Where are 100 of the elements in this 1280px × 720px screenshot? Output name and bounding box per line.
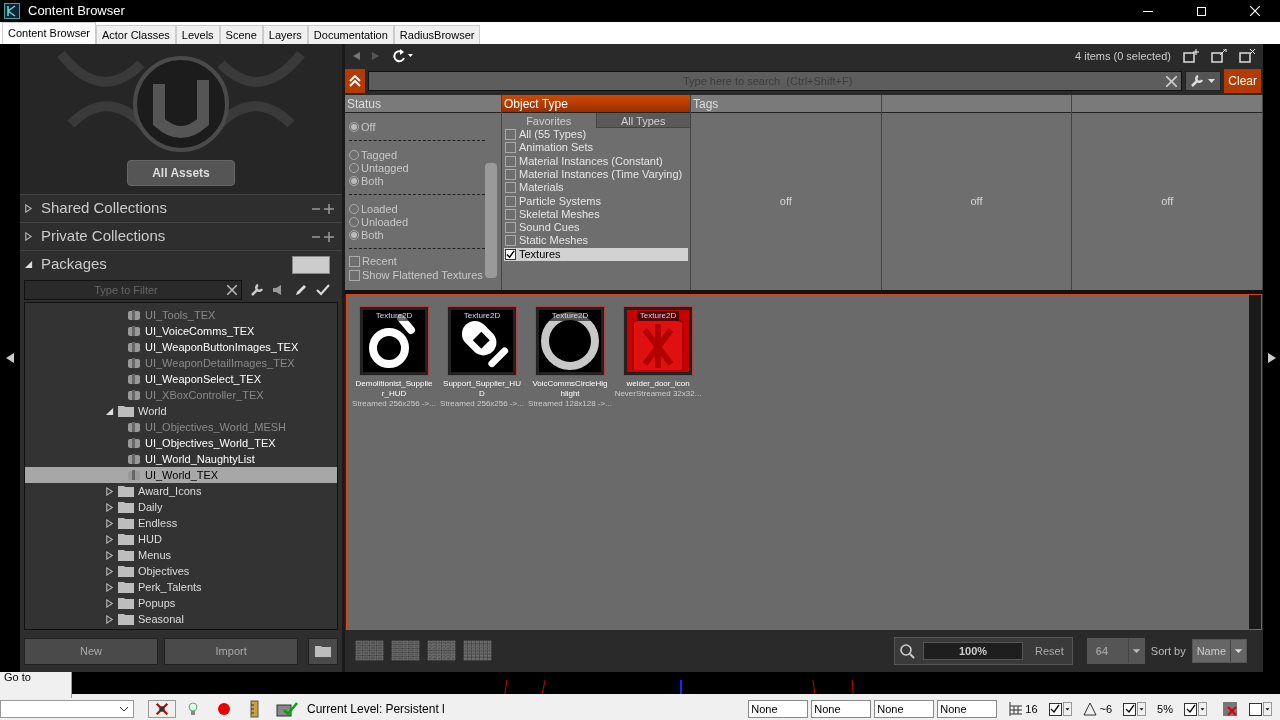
type-row[interactable]: Static Meshes [504, 234, 688, 248]
add-icon[interactable] [312, 203, 334, 214]
snap-field[interactable]: None [748, 700, 809, 718]
collapse-right-icon[interactable] [1267, 353, 1276, 363]
reset-button[interactable]: Reset [1031, 642, 1068, 660]
collapsed-caret-icon[interactable] [24, 204, 33, 213]
checkbox[interactable] [505, 182, 516, 194]
snap-field[interactable]: None [874, 700, 935, 718]
tree-row[interactable]: Endless [25, 515, 337, 531]
tab[interactable]: Layers [262, 25, 308, 44]
tab[interactable]: Levels [175, 25, 220, 44]
checkbox[interactable] [505, 208, 516, 220]
pop-out-icon[interactable] [1211, 49, 1227, 63]
tree-row[interactable]: UI_XBoxController_TEX [25, 387, 337, 403]
collapse-filters-button[interactable] [345, 69, 365, 94]
actor-toggle-icon[interactable] [148, 700, 176, 718]
panel-button[interactable]: New [24, 637, 159, 665]
minimize-icon[interactable] [1143, 10, 1153, 12]
tree-row[interactable]: UI_VoiceComms_TEX [25, 323, 337, 339]
filter-field[interactable]: Type to Filter [24, 280, 242, 300]
tree-row[interactable]: HUD [25, 531, 337, 547]
type-row[interactable]: All (55 Types) [504, 127, 688, 142]
toggle-checkbox[interactable] [1249, 702, 1262, 716]
zoom-level[interactable]: 100% [923, 642, 1024, 661]
close-panel-icon[interactable] [1239, 49, 1255, 63]
scrollbar[interactable] [1249, 294, 1261, 630]
tree-row[interactable]: UI_WeaponSelect_TEX [25, 371, 337, 387]
tree-row[interactable]: Objectives [25, 563, 337, 579]
checkbox[interactable] [349, 270, 360, 282]
filter-column-header[interactable] [881, 94, 1072, 113]
checkbox[interactable] [349, 256, 360, 268]
panel-button[interactable]: Import [164, 637, 299, 665]
type-row[interactable]: Materials [504, 181, 688, 195]
no-actor-icon[interactable] [1222, 701, 1238, 717]
tab[interactable]: RadiusBrowser [393, 25, 481, 44]
tree-row[interactable]: Seasonal [25, 611, 337, 627]
scrollbar[interactable] [485, 162, 497, 278]
tree-row[interactable]: UI_WeaponDetailImages_TEX [25, 355, 337, 371]
checkbox[interactable] [505, 235, 516, 247]
grid-view-icon[interactable] [391, 640, 421, 663]
filter-column-header[interactable] [1072, 94, 1262, 113]
tab[interactable]: Actor Classes [95, 25, 176, 44]
collapse-left-icon[interactable] [6, 353, 14, 363]
snap-field[interactable]: None [937, 700, 998, 718]
snap-checkbox[interactable] [1048, 702, 1062, 716]
checkmark-icon[interactable] [316, 284, 330, 296]
type-row[interactable]: Animation Sets [504, 141, 688, 155]
tree-row[interactable]: UI_Objectives_World_MESH [25, 419, 337, 435]
tree-row[interactable]: Perk_Talents [25, 579, 337, 595]
back-icon[interactable] [353, 52, 360, 60]
type-row[interactable]: Material Instances (Time Varying) [504, 167, 688, 182]
type-row[interactable]: Sound Cues [504, 221, 688, 235]
section-header[interactable]: Packages [20, 250, 342, 278]
tree-row[interactable]: UI_Objectives_World_TEX [25, 435, 337, 451]
section-header[interactable]: Private Collections [20, 222, 342, 250]
clear-icon[interactable] [1166, 75, 1178, 87]
expanded-caret-icon[interactable] [24, 260, 33, 269]
type-row[interactable]: Particle Systems [504, 194, 688, 208]
refresh-icon[interactable] [391, 49, 413, 63]
snap-checkbox[interactable] [1184, 702, 1197, 716]
pencil-icon[interactable] [294, 283, 308, 297]
checkbox[interactable] [505, 142, 516, 154]
wrench-icon[interactable] [250, 283, 264, 297]
filter-column-header[interactable]: Object Type [502, 94, 690, 113]
search-options-button[interactable] [1185, 71, 1222, 92]
tree-row[interactable]: World [25, 403, 337, 419]
snap-field[interactable]: None [811, 700, 872, 718]
checkbox[interactable] [505, 155, 516, 167]
checkbox[interactable] [505, 248, 516, 260]
level-dropdown[interactable] [0, 700, 134, 718]
checkbox[interactable] [505, 222, 516, 234]
tree-row[interactable]: UI_World_NaughtyList [25, 451, 337, 467]
section-header[interactable]: Shared Collections [20, 194, 342, 222]
checkbox[interactable] [505, 129, 516, 141]
sort-dropdown[interactable]: Name [1191, 639, 1247, 664]
tab[interactable]: Scene [219, 25, 263, 44]
tree-row[interactable]: Popups [25, 595, 337, 611]
restore-icon[interactable] [1197, 6, 1206, 16]
clear-icon[interactable] [227, 285, 237, 295]
all-assets-button[interactable]: All Assets [127, 160, 235, 186]
tree-row[interactable]: Daily [25, 499, 337, 515]
tree-row[interactable]: UI_Tools_TEX [25, 307, 337, 323]
list-view-toggle[interactable] [292, 255, 330, 274]
collapsed-caret-icon[interactable] [24, 232, 33, 241]
checkbox[interactable] [505, 168, 516, 180]
type-row[interactable]: Material Instances (Constant) [504, 154, 688, 168]
clear-button[interactable]: Clear [1224, 69, 1261, 94]
grid-view-icon[interactable] [355, 640, 385, 663]
tab[interactable]: Documentation [307, 25, 394, 44]
grid-view-icon[interactable] [427, 640, 457, 663]
folder-button[interactable] [308, 637, 338, 665]
filter-input[interactable]: Type to Filter [25, 281, 227, 299]
add-icon[interactable] [312, 231, 334, 242]
tree-row[interactable]: UI_World_TEX [25, 467, 337, 483]
grid-view-icon[interactable] [463, 640, 493, 663]
tab[interactable]: Content Browser [2, 22, 96, 44]
checkbox[interactable] [505, 195, 516, 207]
tree-row[interactable]: Menus [25, 547, 337, 563]
tree-row[interactable]: UI_WeaponButtonImages_TEX [25, 339, 337, 355]
snap-checkbox[interactable] [1123, 702, 1137, 716]
